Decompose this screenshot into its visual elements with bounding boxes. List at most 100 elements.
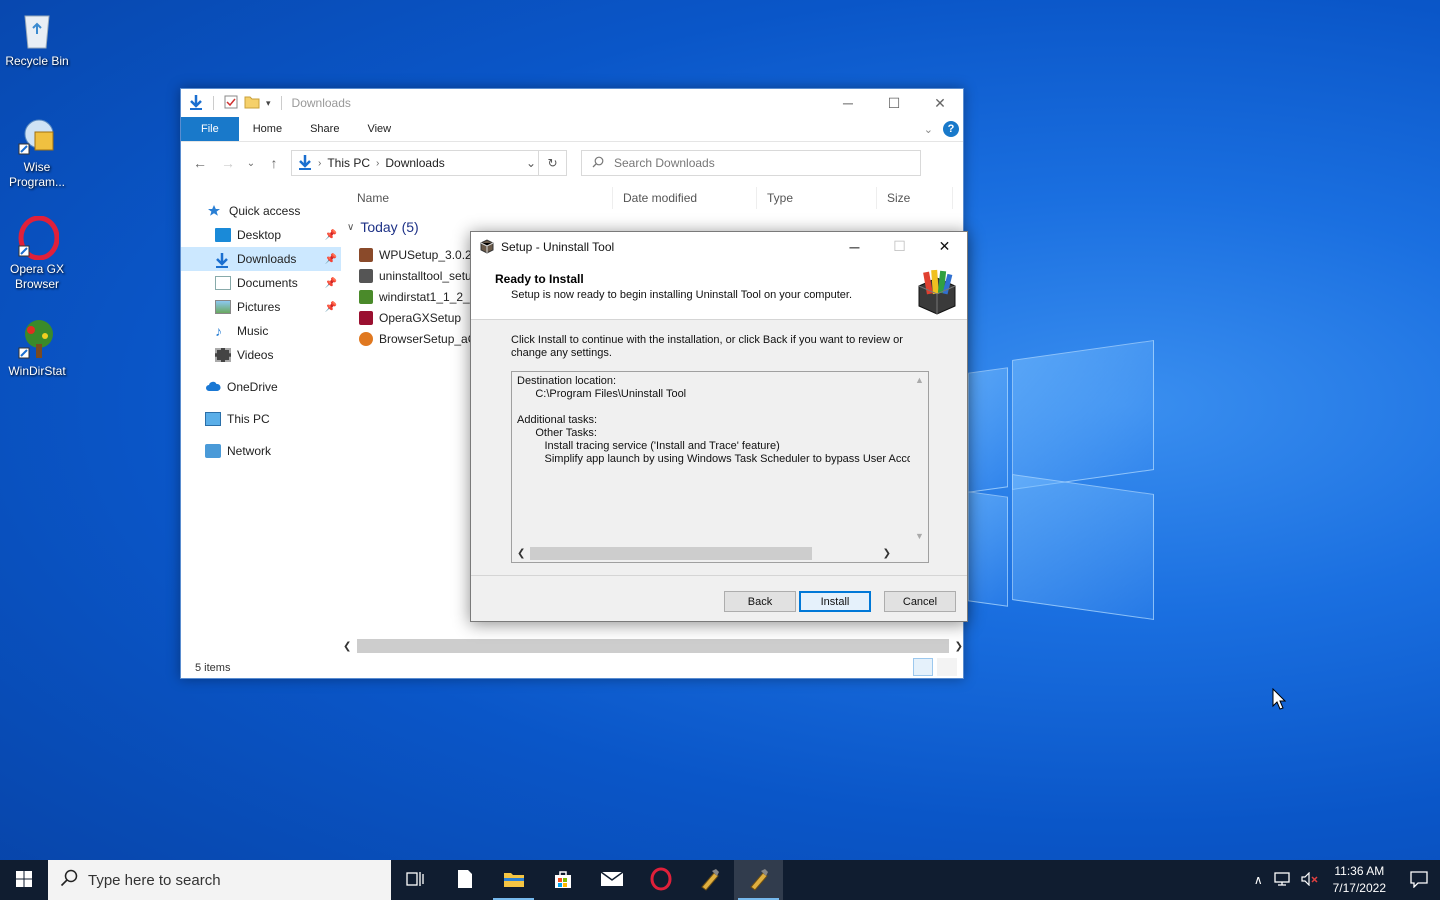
pin-icon[interactable]: 📌: [325, 254, 337, 265]
nav-music[interactable]: ♪ Music: [181, 319, 341, 343]
customize-toolbar-dropdown-icon[interactable]: ▾: [266, 98, 271, 109]
breadcrumb-downloads[interactable]: Downloads: [385, 156, 444, 170]
volume-muted-icon[interactable]: [1301, 871, 1319, 889]
tab-share[interactable]: Share: [296, 117, 353, 141]
taskbar-notepad[interactable]: [440, 860, 489, 900]
breadcrumb-this-pc[interactable]: This PC: [327, 156, 370, 170]
memo-horizontal-scrollbar[interactable]: ❮ ❯: [512, 545, 911, 562]
up-arrow-icon[interactable]: ↑: [263, 155, 285, 171]
taskbar-microsoft-store[interactable]: [538, 860, 587, 900]
window-title: Downloads: [291, 96, 351, 110]
tab-home[interactable]: Home: [239, 117, 296, 141]
horizontal-scrollbar[interactable]: ❮ ❯: [343, 638, 963, 654]
dialog-close-button[interactable]: ✕: [922, 232, 967, 261]
browser-setup-icon: [359, 331, 373, 346]
column-type[interactable]: Type: [757, 187, 877, 209]
nav-this-pc[interactable]: This PC: [181, 407, 341, 431]
task-view-button[interactable]: [391, 860, 440, 900]
details-view-button[interactable]: [913, 658, 933, 676]
back-button[interactable]: Back: [724, 591, 796, 612]
file-item[interactable]: windirstat1_1_2_se: [359, 286, 479, 307]
scroll-down-arrow-icon[interactable]: ▼: [911, 531, 928, 541]
action-center-button[interactable]: [1404, 870, 1434, 891]
taskbar-setup-uninstall-tool[interactable]: [734, 860, 783, 900]
column-size[interactable]: Size: [877, 187, 953, 209]
taskbar-wise-program-uninstaller[interactable]: [685, 860, 734, 900]
address-dropdown-icon[interactable]: ⌄: [526, 156, 536, 170]
expand-ribbon-chevron-icon[interactable]: ⌄: [924, 123, 933, 136]
install-button[interactable]: Install: [799, 591, 871, 612]
memo-vertical-scrollbar[interactable]: ▲ ▼: [911, 372, 928, 545]
search-icon: [592, 156, 604, 171]
file-item[interactable]: BrowserSetup_aQ: [359, 328, 479, 349]
cloud-icon: [205, 380, 221, 394]
status-item-count: 5 items: [195, 662, 231, 674]
download-arrow-icon: [298, 154, 312, 173]
large-icons-view-button[interactable]: [937, 658, 957, 676]
network-icon[interactable]: [1273, 871, 1291, 889]
nav-documents[interactable]: Documents 📌: [181, 271, 341, 295]
scroll-up-arrow-icon[interactable]: ▲: [911, 375, 928, 385]
installer-icon: [359, 247, 373, 262]
taskbar-file-explorer[interactable]: [489, 860, 538, 900]
column-name[interactable]: Name: [347, 187, 613, 209]
refresh-icon[interactable]: ↻: [538, 151, 566, 175]
file-item[interactable]: OperaGXSetup: [359, 307, 479, 328]
recent-locations-chevron-icon[interactable]: ⌄: [245, 158, 257, 169]
scroll-right-arrow-icon[interactable]: ❯: [883, 548, 891, 559]
file-list: WPUSetup_3.0.2.2 uninstalltool_setu wind…: [359, 244, 479, 349]
pin-icon[interactable]: 📌: [325, 302, 337, 313]
dialog-titlebar: Setup - Uninstall Tool ─ ☐ ✕: [471, 232, 967, 262]
taskbar-mail[interactable]: [587, 860, 636, 900]
pin-icon[interactable]: 📌: [325, 230, 337, 241]
scroll-right-arrow-icon[interactable]: ❯: [955, 641, 963, 652]
scrollbar-thumb[interactable]: [357, 639, 949, 653]
memo-scrollbar-thumb[interactable]: [530, 547, 812, 560]
back-arrow-icon[interactable]: ←: [189, 155, 211, 171]
scroll-left-arrow-icon[interactable]: ❮: [517, 548, 525, 559]
desktop-icon-recycle-bin[interactable]: Recycle Bin: [0, 8, 74, 69]
wise-program-uninstaller-icon: [15, 114, 59, 158]
show-hidden-icons-chevron-icon[interactable]: ∧: [1254, 873, 1263, 887]
pin-icon[interactable]: 📌: [325, 278, 337, 289]
desktop-icon-opera-gx[interactable]: Opera GX Browser: [0, 215, 74, 292]
file-item[interactable]: WPUSetup_3.0.2.2: [359, 244, 479, 265]
nav-quick-access[interactable]: Quick access: [181, 199, 341, 223]
scroll-left-arrow-icon[interactable]: ❮: [343, 641, 351, 652]
file-item[interactable]: uninstalltool_setu: [359, 265, 479, 286]
nav-network[interactable]: Network: [181, 439, 341, 463]
dialog-heading: Ready to Install: [495, 272, 584, 286]
help-icon[interactable]: ?: [943, 121, 959, 137]
maximize-button[interactable]: ☐: [871, 89, 917, 117]
nav-onedrive[interactable]: OneDrive: [181, 375, 341, 399]
cancel-button[interactable]: Cancel: [884, 591, 956, 612]
tab-view[interactable]: View: [353, 117, 405, 141]
dialog-instruction: Click Install to continue with the insta…: [511, 334, 903, 359]
taskbar-search-input[interactable]: Type here to search: [48, 860, 391, 900]
address-bar[interactable]: › This PC › Downloads ⌄ ↻: [291, 150, 567, 176]
nav-desktop[interactable]: Desktop 📌: [181, 223, 341, 247]
column-date-modified[interactable]: Date modified: [613, 187, 757, 209]
start-button[interactable]: [0, 860, 48, 900]
file-group-header[interactable]: ∨ Today (5): [347, 219, 419, 235]
desktop-icon-wise-program[interactable]: Wise Program...: [0, 114, 74, 190]
new-folder-icon[interactable]: [244, 95, 260, 112]
tab-file[interactable]: File: [181, 117, 239, 141]
taskbar-clock[interactable]: 11:36 AM 7/17/2022: [1333, 863, 1386, 897]
navigation-pane: Quick access Desktop 📌 Downloads 📌 Docum…: [181, 199, 341, 463]
minimize-button[interactable]: ─: [825, 89, 871, 117]
search-input[interactable]: Search Downloads: [581, 150, 921, 176]
nav-downloads[interactable]: Downloads 📌: [181, 247, 341, 271]
nav-videos[interactable]: Videos: [181, 343, 341, 367]
close-button[interactable]: ✕: [917, 89, 963, 117]
properties-icon[interactable]: [224, 95, 238, 112]
forward-arrow-icon[interactable]: →: [217, 155, 239, 171]
desktop-icon-windirstat[interactable]: WinDirStat: [0, 318, 74, 379]
windirstat-icon: [15, 318, 59, 362]
taskbar-opera-gx[interactable]: [636, 860, 685, 900]
uninstaller-broom-icon: [747, 867, 771, 894]
recycle-bin-icon: [15, 8, 59, 52]
dialog-minimize-button[interactable]: ─: [832, 232, 877, 261]
opera-gx-icon: [15, 215, 60, 261]
nav-pictures[interactable]: Pictures 📌: [181, 295, 341, 319]
